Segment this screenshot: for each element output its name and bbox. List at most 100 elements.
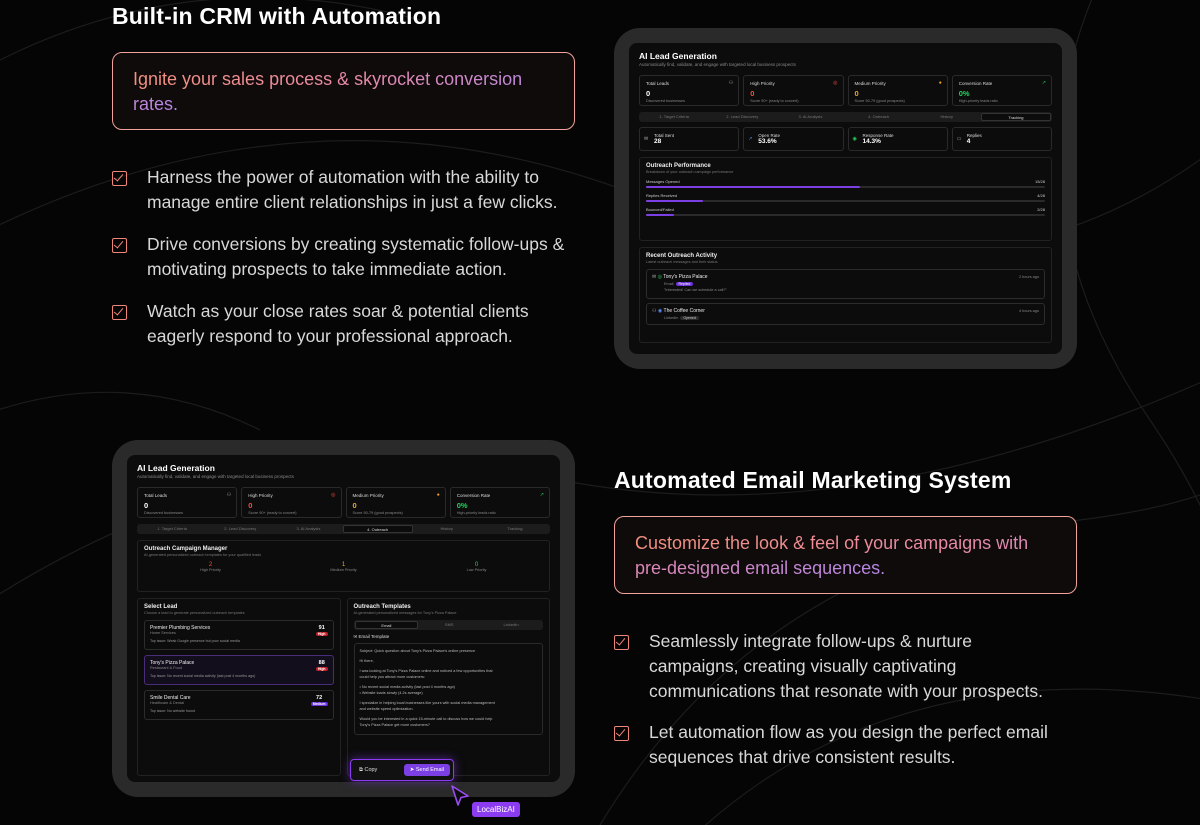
- stat-card-high: High Priority 0 Score 90+ (ready to conver…: [241, 487, 342, 518]
- lead-card-selected[interactable]: Tony's Pizza Palace Restaurant & Food Top …: [144, 655, 334, 685]
- email-body[interactable]: Subject: Quick question about Tony's Piz…: [353, 643, 543, 735]
- templates-subtitle: AI-generated personalized messages for T…: [353, 611, 457, 615]
- tab-sms[interactable]: SMS: [418, 621, 480, 629]
- status-badge: Replied: [675, 282, 694, 286]
- tab-email[interactable]: Email: [354, 621, 419, 629]
- tracking-screen: AI Lead Generation Automatically find, v…: [629, 43, 1062, 354]
- tab-outreach[interactable]: 4. Outreach: [845, 113, 913, 121]
- activity-item[interactable]: ⚇ ◉ The Coffee Corner LinkedIn Opened 4 h…: [646, 303, 1045, 325]
- tab-discovery[interactable]: 2. Lead Discovery: [708, 113, 776, 121]
- metric-replies: ▭ Replies 4: [951, 127, 1052, 151]
- trend-icon: ↗: [539, 492, 544, 498]
- copy-button[interactable]: ⧉ Copy: [359, 767, 377, 774]
- tab-analysis[interactable]: 3. AI Analysis: [776, 113, 844, 121]
- crm-bullet-list: Harness the power of automation with the…: [112, 165, 572, 349]
- performance-bar: Replies Received 4/28: [646, 193, 1045, 202]
- select-lead-panel: Select Lead Choose a lead to generate pe…: [137, 598, 341, 776]
- checkbox-icon: [112, 238, 127, 253]
- bar-fill: [646, 186, 860, 188]
- tab-outreach[interactable]: 4. Outreach: [342, 525, 413, 533]
- tab-history[interactable]: History: [413, 525, 481, 533]
- performance-bar: Bounced/Failed 2/28: [646, 207, 1045, 216]
- stat-card-total: Total Leads 0 Discovered businesses ⚇: [639, 75, 740, 106]
- email-tagline: Customize the look & feel of your campai…: [614, 516, 1077, 594]
- metric-open-rate: ↗ Open Rate 53.6%: [743, 127, 844, 151]
- metric-total-sent: ✉ Total Sent 28: [639, 127, 740, 151]
- activity-item[interactable]: ✉ ◎ Tony's Pizza Palace Email Replied "In…: [646, 269, 1045, 299]
- priority-counts: 2 High Priority 1 Medium Priority 0 Low Pri…: [144, 562, 543, 572]
- checkbox-icon: [112, 171, 127, 186]
- templates-title: Outreach Templates: [353, 604, 411, 610]
- select-lead-title: Select Lead: [144, 604, 178, 610]
- star-icon: ●: [436, 492, 440, 498]
- crm-bullet: Harness the power of automation with the…: [112, 165, 572, 215]
- status-badge: Opened: [680, 316, 699, 320]
- bar-fill: [646, 214, 675, 216]
- mail-icon: ✉: [644, 136, 649, 142]
- crm-bullet: Watch as your close rates soar & potenti…: [112, 299, 572, 349]
- email-line: Tony's Pizza Palace get more customers?: [359, 723, 430, 727]
- send-email-button[interactable]: ➤ Send Email: [403, 764, 450, 776]
- bullet-text: Watch as your close rates soar & potenti…: [147, 301, 529, 346]
- app-subtitle: Automatically find, validate, and engage…: [137, 474, 294, 479]
- tab-target[interactable]: 1. Target Criteria: [138, 525, 206, 533]
- workflow-tabs: 1. Target Criteria 2. Lead Discovery 3. …: [639, 112, 1052, 122]
- tracking-metrics: ✉ Total Sent 28 ↗ Open Rate 53.6% ◉ Response …: [639, 127, 1052, 151]
- tab-linkedin[interactable]: LinkedIn: [480, 621, 542, 629]
- campaign-manager-panel: Outreach Campaign Manager AI-generated p…: [137, 540, 550, 592]
- stat-card-medium: Medium Priority 0 Score 50-79 (good prospe…: [847, 75, 948, 106]
- crm-bullet: Drive conversions by creating systematic…: [112, 232, 572, 282]
- lead-card[interactable]: Premier Plumbing Services Home Services To…: [144, 620, 334, 650]
- tab-tracking[interactable]: Tracking: [481, 525, 549, 533]
- checkbox-icon: [112, 305, 127, 320]
- count-high: 2 High Priority: [200, 562, 221, 572]
- tracking-screenshot-frame: AI Lead Generation Automatically find, v…: [614, 28, 1077, 369]
- workflow-tabs: 1. Target Criteria 2. Lead Discovery 3. …: [137, 524, 550, 534]
- trend-icon: ↗: [748, 136, 753, 142]
- stat-card-high: High Priority 0 Score 90+ (ready to conver…: [743, 75, 844, 106]
- trend-icon: ↗: [1041, 80, 1046, 86]
- bullet-text: Seamlessly integrate follow-ups & nurtur…: [649, 631, 1043, 701]
- tab-discovery[interactable]: 2. Lead Discovery: [206, 525, 274, 533]
- brand-badge: LocalBizAI: [472, 802, 520, 817]
- email-bullet: Let automation flow as you design the pe…: [614, 720, 1054, 770]
- app-title: AI Lead Generation: [137, 463, 215, 473]
- tab-history[interactable]: History: [913, 113, 981, 121]
- tab-tracking[interactable]: Tracking: [980, 113, 1052, 121]
- target-icon: ◎: [833, 80, 838, 86]
- select-lead-subtitle: Choose a lead to generate personalized o…: [144, 611, 245, 615]
- email-bullet: Seamlessly integrate follow-ups & nurtur…: [614, 629, 1054, 704]
- section-title-email: Automated Email Marketing System: [614, 467, 1012, 493]
- target-icon: ◎: [331, 492, 336, 498]
- count-low: 0 Low Priority: [466, 562, 487, 572]
- stat-card-conversion: Conversion Rate 0% High-priority leads rat…: [951, 75, 1052, 106]
- count-medium: 1 Medium Priority: [330, 562, 357, 572]
- outreach-screenshot-frame: AI Lead Generation Automatically find, v…: [112, 440, 575, 797]
- recent-activity-panel: Recent Outreach Activity Latest outreach…: [639, 247, 1052, 343]
- chat-icon: ▭: [956, 136, 962, 142]
- activity-subtitle: Latest outreach messages and their statu…: [646, 260, 718, 264]
- template-label: Email Template: [358, 634, 390, 639]
- checkbox-icon: [614, 635, 629, 650]
- bullet-text: Harness the power of automation with the…: [147, 167, 558, 212]
- performance-bar: Messages Opened 15/28: [646, 179, 1045, 188]
- priority-badge: High: [315, 632, 328, 636]
- outreach-screen: AI Lead Generation Automatically find, v…: [127, 455, 560, 782]
- tab-analysis[interactable]: 3. AI Analysis: [274, 525, 342, 533]
- email-tagline-text: Customize the look & feel of your campai…: [635, 533, 1029, 578]
- priority-badge: Medium: [310, 702, 328, 706]
- manager-title: Outreach Campaign Manager: [144, 546, 228, 552]
- stat-card-total: Total Leads 0 Discovered businesses ⚇: [137, 487, 238, 518]
- stat-card-conversion: Conversion Rate 0% High-priority leads rat…: [449, 487, 550, 518]
- stat-card-medium: Medium Priority 0 Score 50-79 (good prospe…: [345, 487, 446, 518]
- cursor-icon: [451, 785, 469, 806]
- lead-card[interactable]: Smile Dental Care Healthcare & Dental Top …: [144, 690, 334, 720]
- performance-subtitle: Breakdown of your outreach campaign perf…: [646, 170, 734, 174]
- templates-panel: Outreach Templates AI-generated personal…: [346, 598, 550, 776]
- crm-tagline-text: Ignite your sales process & skyrocket co…: [133, 69, 523, 114]
- bullet-text: Drive conversions by creating systematic…: [147, 234, 565, 279]
- app-subtitle: Automatically find, validate, and engage…: [639, 62, 796, 67]
- tab-target[interactable]: 1. Target Criteria: [640, 113, 708, 121]
- bar-fill: [646, 200, 704, 202]
- bullet-text: Let automation flow as you design the pe…: [649, 722, 1048, 767]
